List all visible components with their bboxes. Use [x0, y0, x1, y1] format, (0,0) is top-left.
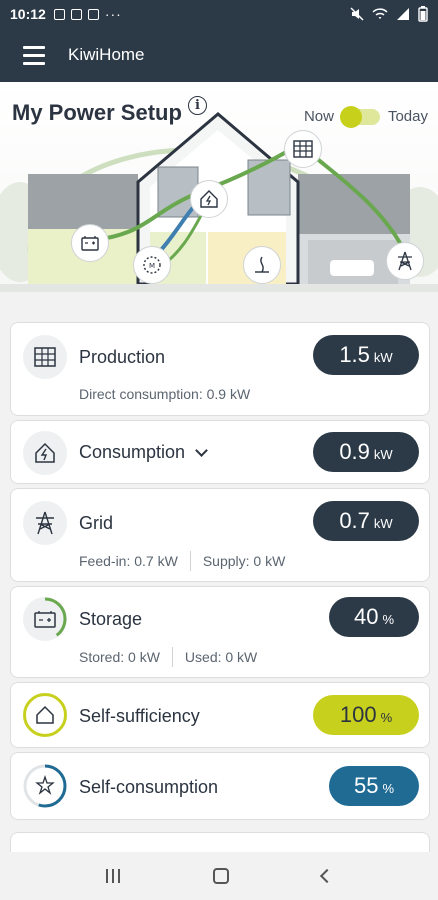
- status-bar: 10:12 ···: [0, 0, 438, 28]
- storage-detail: Stored: 0 kW Used: 0 kW: [79, 647, 257, 667]
- hamburger-line: [23, 61, 45, 65]
- status-time: 10:12: [10, 6, 46, 22]
- star-hand-icon: [23, 764, 67, 808]
- direct-consumption-text: Direct consumption: 0.9 kW: [79, 386, 251, 402]
- home-button[interactable]: [212, 868, 229, 884]
- next-card-partial[interactable]: [10, 832, 430, 852]
- battery-status-icon: [418, 6, 428, 22]
- hero-battery-icon[interactable]: [71, 224, 109, 262]
- svg-text:M: M: [149, 262, 155, 270]
- more-notifications-icon: ···: [104, 6, 122, 22]
- consumption-card[interactable]: Consumption 0.9 kW: [10, 420, 430, 484]
- consumption-value-badge: 0.9 kW: [313, 432, 419, 472]
- stored-text: Stored: 0 kW: [79, 649, 160, 665]
- divider: [189, 551, 191, 571]
- grid-label: Grid: [79, 513, 114, 533]
- production-value: 1.5: [339, 342, 370, 367]
- self-sufficiency-unit: %: [380, 709, 393, 725]
- page-title-text: My Power Setup: [12, 100, 182, 125]
- self-sufficiency-value-badge: 100 %: [313, 695, 419, 735]
- self-consumption-value-badge: 55 %: [329, 766, 419, 806]
- app-notification-icon: [70, 8, 82, 20]
- self-sufficiency-label: Self-sufficiency: [79, 706, 200, 726]
- system-nav-bar: [0, 852, 438, 900]
- production-detail: Direct consumption: 0.9 kW: [79, 386, 250, 402]
- consumption-unit: kW: [373, 446, 393, 462]
- self-consumption-value: 55: [353, 773, 379, 798]
- info-icon[interactable]: i: [187, 95, 207, 115]
- self-sufficiency-value: 100: [339, 702, 377, 727]
- hero-heat-pump-icon[interactable]: [243, 246, 281, 284]
- supply-text: Supply: 0 kW: [202, 553, 286, 569]
- consumption-label: Consumption: [79, 442, 208, 463]
- production-value-badge: 1.5 kW: [313, 335, 419, 375]
- house-ring-icon: [23, 693, 67, 737]
- hero-house-plug-icon[interactable]: [190, 180, 228, 218]
- grid-unit: kW: [373, 515, 393, 531]
- page-title: My Power Setup i: [12, 95, 207, 126]
- signal-icon: [397, 8, 409, 20]
- now-today-toggle: Now Today: [304, 105, 428, 128]
- storage-card[interactable]: Storage Stored: 0 kW Used: 0 kW 40 %: [10, 586, 430, 678]
- self-sufficiency-card[interactable]: Self-sufficiency 100 %: [10, 682, 430, 748]
- toggle-label-now[interactable]: Now: [304, 108, 334, 125]
- recent-apps-button[interactable]: [106, 869, 121, 883]
- menu-button[interactable]: [0, 28, 68, 82]
- toggle-label-today[interactable]: Today: [388, 108, 428, 125]
- self-consumption-card[interactable]: Self-consumption 55 %: [10, 752, 430, 820]
- hamburger-icon: [23, 45, 45, 49]
- switch-knob: [339, 105, 362, 128]
- storage-value: 40: [353, 604, 379, 629]
- hero-meter-icon[interactable]: M: [133, 246, 171, 284]
- back-button[interactable]: [319, 868, 334, 884]
- house-plug-icon: [23, 431, 67, 475]
- battery-icon: [23, 597, 67, 641]
- gallery-notification-icon: [53, 8, 65, 20]
- grid-value: 0.7: [339, 508, 370, 533]
- hero-solar-panel-icon[interactable]: [284, 130, 322, 168]
- grid-detail: Feed-in: 0.7 kW Supply: 0 kW: [79, 551, 285, 571]
- consumption-value: 0.9: [339, 439, 370, 464]
- consumption-label-text: Consumption: [79, 442, 186, 462]
- power-setup-illustration: My Power Setup i Now Today M: [0, 82, 438, 292]
- storage-label: Storage: [79, 609, 143, 629]
- app-bar: KiwiHome: [0, 28, 438, 82]
- grid-value-badge: 0.7 kW: [313, 501, 419, 541]
- app-title: KiwiHome: [68, 45, 145, 64]
- used-text: Used: 0 kW: [184, 649, 258, 665]
- hamburger-line: [23, 53, 45, 57]
- period-switch[interactable]: [339, 105, 380, 128]
- self-consumption-label: Self-consumption: [79, 777, 219, 797]
- message-notification-icon: [87, 8, 99, 20]
- mute-icon: [350, 7, 364, 21]
- production-card[interactable]: Production Direct consumption: 0.9 kW 1.…: [10, 322, 430, 416]
- self-consumption-unit: %: [382, 780, 395, 796]
- storage-value-badge: 40 %: [329, 597, 419, 637]
- storage-unit: %: [382, 611, 395, 627]
- divider: [171, 647, 173, 667]
- hero-pylon-icon[interactable]: [386, 242, 424, 280]
- solar-panel-icon: [23, 335, 67, 379]
- production-unit: kW: [373, 349, 393, 365]
- chevron-down-icon[interactable]: [195, 444, 208, 457]
- wifi-icon: [372, 8, 388, 19]
- production-label: Production: [79, 347, 166, 367]
- grid-card[interactable]: Grid Feed-in: 0.7 kW Supply: 0 kW 0.7 kW: [10, 488, 430, 582]
- pylon-icon: [23, 501, 67, 545]
- feed-in-text: Feed-in: 0.7 kW: [79, 553, 178, 569]
